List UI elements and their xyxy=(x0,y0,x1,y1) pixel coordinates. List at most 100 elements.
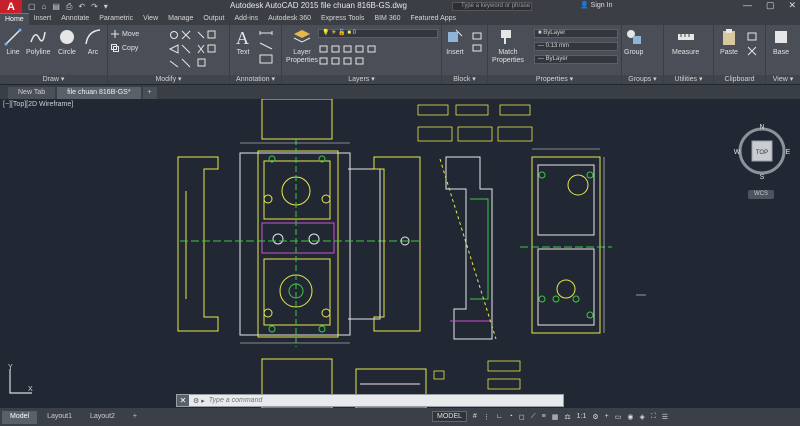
base-label: Base xyxy=(773,49,789,56)
drawing-canvas[interactable]: [−][Top][2D Wireframe] N S W E TOP WCS Y… xyxy=(0,99,800,408)
polar-icon[interactable]: ◔ xyxy=(509,413,513,420)
maximize-icon[interactable]: ▢ xyxy=(766,0,775,11)
isodraft-icon[interactable]: ⟋ xyxy=(531,413,536,421)
draw-panel: Line Polyline Circle Arc Draw ▾ xyxy=(0,25,108,84)
arc-tool-button[interactable]: Arc xyxy=(84,28,102,57)
redo-icon[interactable]: ↷ xyxy=(91,2,98,12)
color-value: ByLayer xyxy=(543,30,566,36)
grid-icon[interactable]: # xyxy=(473,413,477,420)
search-input[interactable]: Type a keyword or phrase xyxy=(452,2,532,11)
group-button[interactable]: Group xyxy=(624,28,643,57)
transparency-icon[interactable]: ▦ xyxy=(552,413,559,421)
title-tables xyxy=(417,104,533,390)
wcs-menu[interactable]: WCS xyxy=(748,190,774,199)
utilities-panel-title[interactable]: Utilities ▾ xyxy=(664,75,713,84)
draw-panel-title[interactable]: Draw ▾ xyxy=(0,75,107,84)
annotation-tools-icons[interactable] xyxy=(258,29,278,69)
new-icon[interactable]: ▢ xyxy=(28,2,36,12)
compass-north[interactable]: N xyxy=(759,124,764,131)
snap-icon[interactable]: ⋮ xyxy=(483,413,490,421)
text-tool-button[interactable]: A Text xyxy=(234,28,252,57)
measure-button[interactable]: Measure xyxy=(672,28,699,57)
close-icon[interactable]: ✕ xyxy=(788,0,796,11)
view-panel-title[interactable]: View ▾ xyxy=(766,75,800,84)
tab-parametric[interactable]: Parametric xyxy=(94,13,138,25)
compass-west[interactable]: W xyxy=(734,149,741,156)
viewcube[interactable]: N S W E TOP xyxy=(732,121,792,181)
text-label: Text xyxy=(236,49,250,56)
block-tools-icons[interactable] xyxy=(472,31,484,61)
tab-add-ins[interactable]: Add-ins xyxy=(229,13,263,25)
annotation-panel-title[interactable]: Annotation ▾ xyxy=(230,75,281,84)
model-layout-tab[interactable]: Model xyxy=(2,410,38,424)
color-dropdown[interactable]: ■ ByLayer xyxy=(534,29,618,38)
tab-home[interactable]: Home xyxy=(0,13,29,25)
layout1-tab[interactable]: Layout1 xyxy=(39,411,80,424)
isolate-objects-icon[interactable]: ◉ xyxy=(627,413,633,421)
command-input[interactable] xyxy=(208,395,509,406)
tab-bim-360[interactable]: BIM 360 xyxy=(369,13,405,25)
add-tab-button[interactable]: + xyxy=(142,87,157,99)
clipboard-panel-title[interactable]: Clipboard xyxy=(714,75,765,84)
circle-tool-button[interactable]: Circle xyxy=(58,28,76,57)
workspace-icon[interactable]: ⚙ xyxy=(592,413,598,421)
clipboard-tools-icons[interactable] xyxy=(746,31,760,61)
layout2-tab[interactable]: Layout2 xyxy=(82,411,123,424)
polyline-tool-button[interactable]: Polyline xyxy=(26,28,51,57)
modify-tools-icons[interactable] xyxy=(168,29,226,73)
tab-view[interactable]: View xyxy=(138,13,163,25)
annotation-scale-value[interactable]: 1:1 xyxy=(577,413,587,420)
layer-dropdown[interactable]: 💡 ☀ 🔓 ■ 0 xyxy=(318,29,438,38)
layer-tools-icons[interactable] xyxy=(318,43,436,69)
qat-dropdown-icon[interactable]: ▾ xyxy=(104,2,108,12)
undo-icon[interactable]: ↶ xyxy=(78,2,85,12)
tab-featured-apps[interactable]: Featured Apps xyxy=(406,13,462,25)
clean-screen-icon[interactable]: ⛶ xyxy=(651,413,656,421)
base-view-button[interactable]: Base xyxy=(772,28,790,57)
minimize-icon[interactable]: — xyxy=(743,0,752,11)
tab-autodesk-360[interactable]: Autodesk 360 xyxy=(263,13,316,25)
tab-express-tools[interactable]: Express Tools xyxy=(316,13,369,25)
paste-button[interactable]: Paste xyxy=(720,28,738,57)
lineweight-dropdown[interactable]: — 0.13 mm xyxy=(534,42,618,51)
open-icon[interactable]: ⌂ xyxy=(42,2,47,12)
model-space-button[interactable]: MODEL xyxy=(432,411,467,422)
hardware-acceleration-icon[interactable]: ◈ xyxy=(639,413,644,421)
copy-button[interactable]: Copy xyxy=(111,44,138,52)
insert-block-button[interactable]: Insert xyxy=(446,28,464,57)
move-button[interactable]: Move xyxy=(111,30,139,38)
application-menu-button[interactable]: A xyxy=(0,0,22,13)
compass-east[interactable]: E xyxy=(786,149,791,156)
tab-output[interactable]: Output xyxy=(198,13,229,25)
close-command-line-icon[interactable]: ✕ xyxy=(177,395,189,406)
drawing-tab[interactable]: file chuan 816B-GS* xyxy=(57,87,141,99)
block-panel-title[interactable]: Block ▾ xyxy=(442,75,487,84)
annotation-scale-icon[interactable]: ⚖ xyxy=(564,413,570,421)
add-layout-button[interactable]: + xyxy=(125,411,145,424)
tab-manage[interactable]: Manage xyxy=(163,13,198,25)
osnap-icon[interactable]: ◻ xyxy=(519,413,525,421)
annotation-monitor-icon[interactable]: + xyxy=(605,413,609,420)
lineweight-toggle-icon[interactable]: ≡ xyxy=(542,413,546,420)
tab-annotate[interactable]: Annotate xyxy=(56,13,94,25)
layer-properties-button[interactable]: Layer Properties xyxy=(286,28,318,65)
recent-commands-icon[interactable]: ▸ xyxy=(201,397,205,405)
line-tool-button[interactable]: Line xyxy=(4,28,22,57)
match-properties-button[interactable]: Match Properties xyxy=(492,28,524,65)
save-icon[interactable]: ▤ xyxy=(52,2,60,12)
viewcube-top-face[interactable]: TOP xyxy=(756,150,768,156)
modify-panel-title[interactable]: Modify ▾ xyxy=(108,75,229,84)
plot-icon[interactable]: ⎙ xyxy=(66,2,72,12)
customization-menu-icon[interactable]: ☰ xyxy=(662,413,668,421)
ortho-icon[interactable]: ∟ xyxy=(496,413,503,420)
customize-icon[interactable]: ⚙ xyxy=(193,397,199,405)
linetype-dropdown[interactable]: — ByLayer xyxy=(534,55,618,64)
properties-panel-title[interactable]: Properties ▾ xyxy=(488,75,621,84)
sign-in-button[interactable]: 👤 Sign In xyxy=(580,1,612,9)
units-icon[interactable]: ▭ xyxy=(615,413,622,421)
tab-insert[interactable]: Insert xyxy=(29,13,57,25)
new-tab[interactable]: New Tab xyxy=(8,87,56,99)
groups-panel-title[interactable]: Groups ▾ xyxy=(622,75,663,84)
layers-panel-title[interactable]: Layers ▾ xyxy=(282,75,441,84)
compass-south[interactable]: S xyxy=(760,174,765,181)
